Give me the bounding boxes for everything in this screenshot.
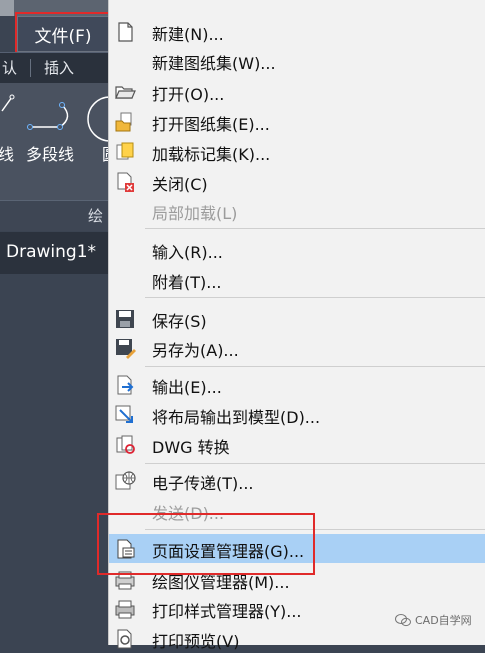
menu-item-label: 局部加载(L) — [152, 204, 238, 223]
menu-item-open[interactable]: 打开(O)... — [109, 77, 485, 106]
file-dropdown-menu: 新建(N)... 新建图纸集(W)... 打开(O)... 打开图纸集(E)..… — [108, 0, 485, 651]
draw-panel-footer: 绘 — [0, 200, 110, 231]
menu-item-dwg-convert[interactable]: DWG 转换 — [109, 430, 485, 459]
menu-item-plotter-manager[interactable]: 绘图仪管理器(M)... — [109, 565, 485, 594]
menu-separator — [145, 297, 485, 298]
menu-item-label: 打印样式管理器(Y)... — [152, 602, 302, 621]
tab-insert[interactable]: 插入 — [44, 53, 74, 83]
tool-line-label[interactable]: 线 — [0, 141, 14, 165]
menu-separator — [145, 228, 485, 229]
drawing-tab[interactable]: Drawing1* — [0, 232, 110, 274]
menu-item-label: 加载标记集(K)... — [152, 145, 271, 164]
menu-item-label: 页面设置管理器(G)... — [152, 542, 305, 561]
save-icon — [116, 310, 134, 328]
menu-separator — [145, 529, 485, 530]
menu-item-label: 另存为(A)... — [152, 341, 239, 360]
menu-item-label: 输入(R)... — [152, 243, 223, 262]
plot-preview-icon — [117, 629, 132, 649]
menu-item-label: 电子传递(T)... — [152, 474, 254, 493]
close-doc-icon — [117, 172, 134, 192]
menu-item-page-setup[interactable]: 页面设置管理器(G)... — [109, 534, 485, 563]
menu-item-label: 关闭(C) — [152, 175, 208, 194]
menu-item-label: 附着(T)... — [152, 273, 222, 292]
etransmit-icon — [115, 471, 136, 490]
drawing-canvas[interactable] — [0, 274, 110, 645]
menu-item-close[interactable]: 关闭(C) — [109, 167, 485, 196]
quick-access-bar — [0, 0, 110, 16]
wechat-logo-icon — [395, 614, 411, 627]
menu-item-label: 打开(O)... — [152, 85, 225, 104]
drawing-tab-label: Drawing1* — [6, 242, 97, 262]
menu-item-label: 保存(S) — [152, 312, 207, 331]
ribbon-tab-row: 认 插入 — [0, 52, 110, 83]
app-menu-corner[interactable] — [0, 0, 14, 16]
page-setup-icon — [117, 539, 135, 559]
menu-item-plot-preview[interactable]: 打印预览(V) — [109, 624, 485, 653]
menu-item-label: 新建图纸集(W)... — [152, 54, 276, 73]
menu-separator — [145, 366, 485, 367]
markup-set-icon — [116, 142, 134, 160]
menu-item-label: 输出(E)... — [152, 378, 222, 397]
tab-default[interactable]: 认 — [2, 53, 17, 83]
menu-item-open-sheetset[interactable]: 打开图纸集(E)... — [109, 107, 485, 136]
menu-item-send[interactable]: 发送(D)... — [109, 496, 485, 525]
menu-item-partial-load[interactable]: 局部加载(L) — [109, 196, 485, 225]
menu-item-export[interactable]: 输出(E)... — [109, 370, 485, 399]
tab-separator — [30, 59, 31, 77]
draw-panel: 线 多段线 圆 — [0, 83, 118, 200]
draw-tools-icons — [1, 94, 110, 142]
watermark-text: CAD自学网 — [415, 614, 472, 627]
file-menu-button[interactable]: 文件(F) — [17, 16, 109, 52]
menu-item-new[interactable]: 新建(N)... — [109, 17, 485, 46]
menu-item-new-sheetset[interactable]: 新建图纸集(W)... — [109, 46, 485, 75]
menu-item-save[interactable]: 保存(S) — [109, 304, 485, 333]
open-folder-icon — [115, 86, 136, 99]
watermark: CAD自学网 — [395, 612, 472, 628]
plot-style-icon — [115, 600, 135, 619]
menu-item-import[interactable]: 输入(R)... — [109, 235, 485, 264]
menu-item-label: 发送(D)... — [152, 504, 225, 523]
layout-to-model-icon — [115, 405, 133, 423]
menu-item-attach[interactable]: 附着(T)... — [109, 265, 485, 294]
open-sheetset-icon — [115, 112, 132, 132]
tool-polyline-label[interactable]: 多段线 — [26, 141, 74, 165]
menu-item-etransmit[interactable]: 电子传递(T)... — [109, 466, 485, 495]
menu-item-label: 打开图纸集(E)... — [152, 115, 270, 134]
menu-item-label: 将布局输出到模型(D)... — [152, 408, 321, 427]
menu-item-label: 绘图仪管理器(M)... — [152, 573, 290, 592]
dwg-convert-icon — [116, 435, 135, 454]
menu-item-export-layout[interactable]: 将布局输出到模型(D)... — [109, 400, 485, 429]
new-file-icon — [118, 22, 133, 42]
menu-item-label: DWG 转换 — [152, 438, 230, 457]
save-as-icon — [116, 339, 136, 359]
draw-panel-title[interactable]: 绘 — [88, 205, 103, 226]
menu-item-label: 新建(N)... — [152, 25, 224, 44]
menu-separator — [145, 463, 485, 464]
menu-item-save-as[interactable]: 另存为(A)... — [109, 333, 485, 362]
export-icon — [117, 375, 134, 395]
menu-item-load-markup[interactable]: 加载标记集(K)... — [109, 137, 485, 166]
plotter-manager-icon — [115, 571, 135, 590]
menu-item-label: 打印预览(V) — [152, 632, 240, 651]
